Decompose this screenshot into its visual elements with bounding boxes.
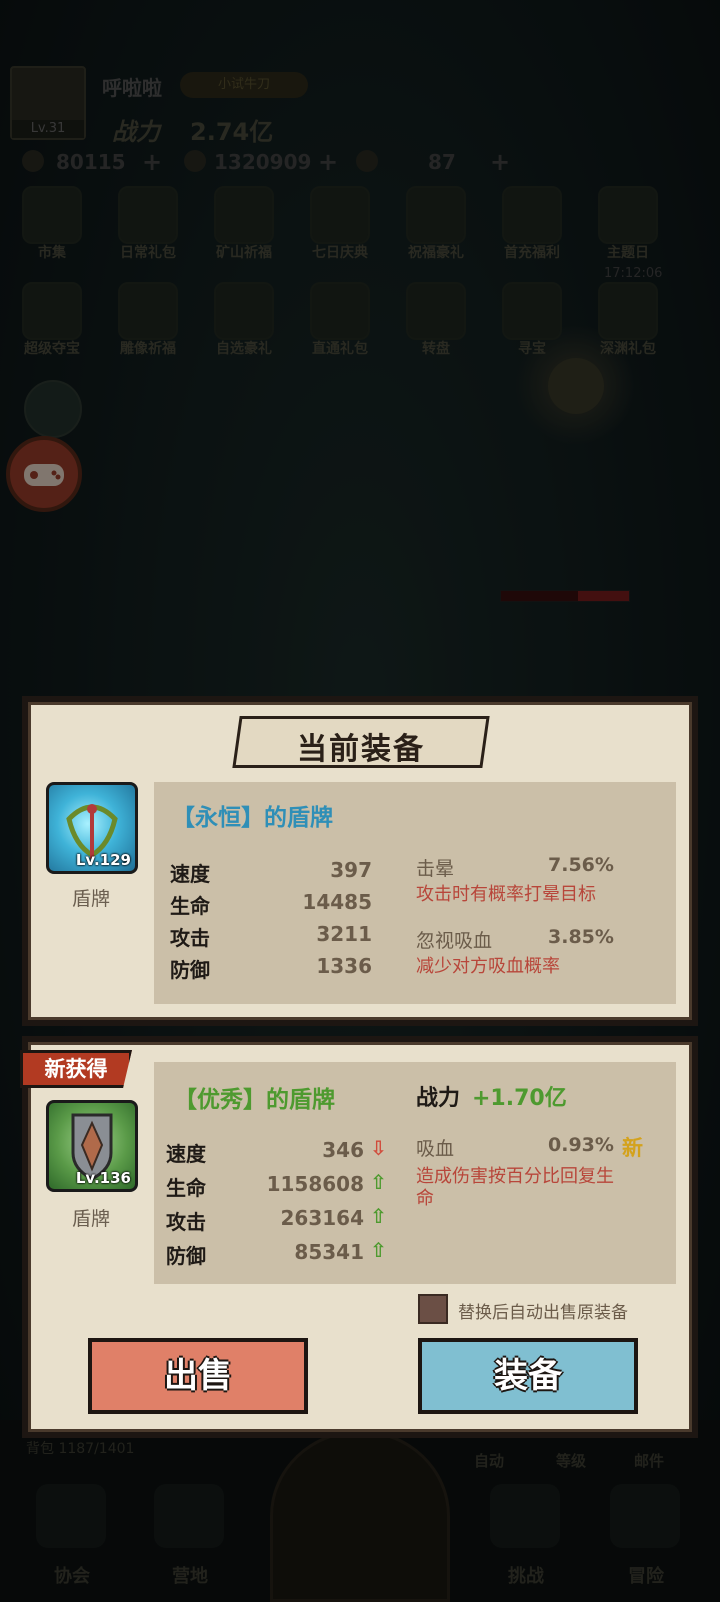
current-attr-value: 7.56% <box>548 854 614 876</box>
new-level: Lv.136 <box>75 1169 131 1187</box>
current-stat-label: 生命 <box>170 894 210 918</box>
new-stat-label: 防御 <box>166 1244 206 1268</box>
current-stat-value: 14485 <box>302 890 372 914</box>
new-name: 【优秀】的盾牌 <box>174 1087 335 1113</box>
new-stat-label: 生命 <box>166 1176 206 1200</box>
current-type: 盾牌 <box>72 888 111 910</box>
new-stat-value: 263164 <box>280 1206 365 1230</box>
new-attr-name: 吸血 <box>416 1138 455 1160</box>
current-stat-label: 速度 <box>170 862 210 886</box>
down-arrow-icon: ⇩ <box>370 1136 387 1160</box>
up-arrow-icon: ⇧ <box>370 1238 387 1262</box>
equip-button[interactable]: 装备 <box>418 1338 638 1414</box>
current-name: 【永恒】的盾牌 <box>172 805 333 831</box>
new-stat-value: 1158608 <box>266 1172 364 1196</box>
sell-button[interactable]: 出售 <box>88 1338 308 1414</box>
new-stat-value: 85341 <box>294 1240 364 1264</box>
current-stat-value: 397 <box>330 858 372 882</box>
current-level: Lv.129 <box>75 851 131 869</box>
new-attr-value: 0.93% <box>548 1134 614 1156</box>
current-attr-name: 击晕 <box>416 858 455 880</box>
new-stat-label: 速度 <box>166 1142 206 1166</box>
current-stat-label: 攻击 <box>170 926 210 950</box>
power-change-label: 战力 <box>416 1086 461 1111</box>
current-stat-value: 3211 <box>316 922 372 946</box>
current-attr-desc: 减少对方吸血概率 <box>416 956 560 977</box>
up-arrow-icon: ⇧ <box>370 1204 387 1228</box>
current-attr-value: 3.85% <box>548 926 614 948</box>
auto-sell-label: 替换后自动出售原装备 <box>458 1303 628 1323</box>
new-attr-desc: 造成伤害按百分比回复生 <box>416 1166 614 1187</box>
new-shield-slot[interactable]: Lv.136 <box>46 1100 138 1192</box>
new-attr-desc: 命 <box>416 1188 434 1209</box>
new-type: 盾牌 <box>72 1208 111 1230</box>
power-change-value: +1.70亿 <box>472 1086 567 1111</box>
header-title: 当前装备 <box>297 732 425 767</box>
current-stat-label: 防御 <box>170 958 210 982</box>
current-equipment-header: 当前装备 <box>232 716 490 768</box>
current-attr-desc: 攻击时有概率打晕目标 <box>416 884 596 905</box>
auto-sell-checkbox[interactable] <box>418 1294 448 1324</box>
new-stat-value: 346 <box>322 1138 364 1162</box>
current-shield-slot[interactable]: Lv.129 <box>46 782 138 874</box>
up-arrow-icon: ⇧ <box>370 1170 387 1194</box>
new-obtained-tag: 新获得 <box>20 1050 132 1088</box>
new-stat-label: 攻击 <box>166 1210 206 1234</box>
current-stat-value: 1336 <box>316 954 372 978</box>
new-attr-badge: 新 <box>622 1136 643 1160</box>
current-attr-name: 忽视吸血 <box>416 930 493 952</box>
